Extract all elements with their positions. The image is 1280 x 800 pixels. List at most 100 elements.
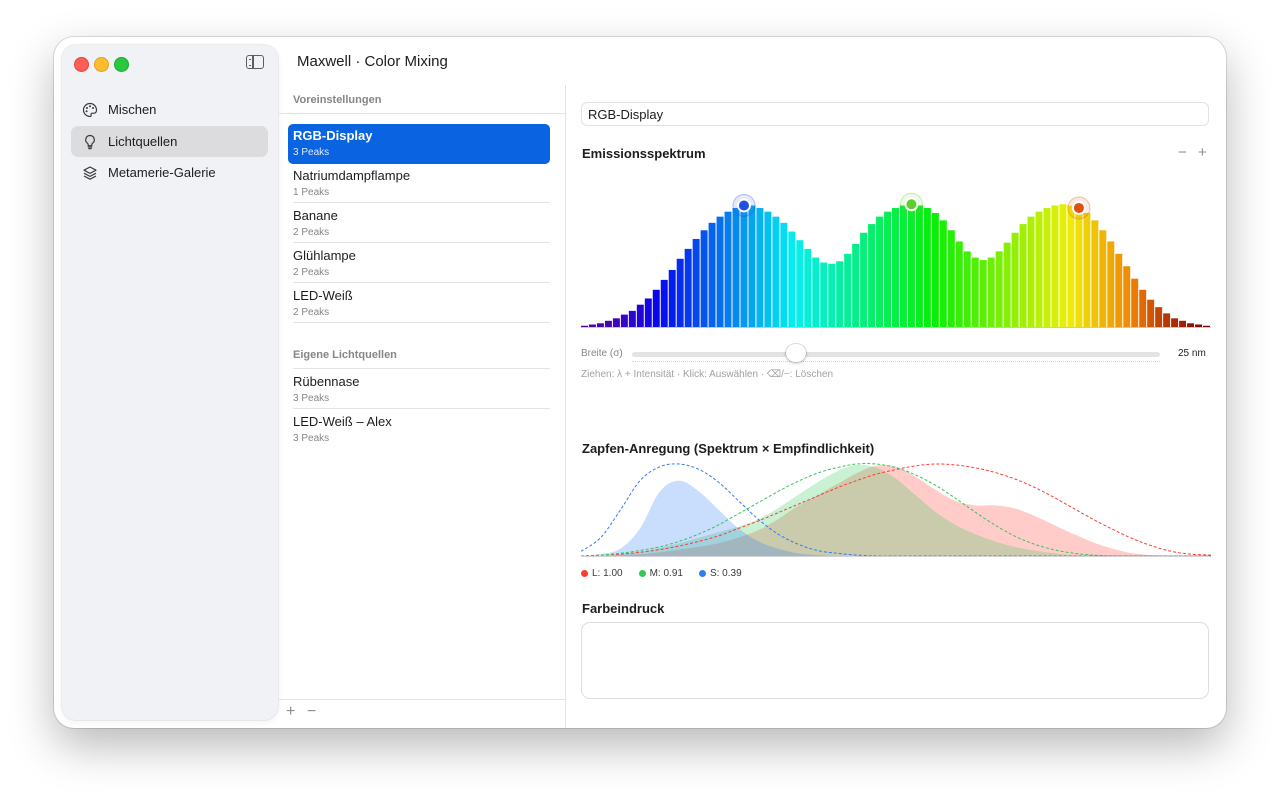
- zoom-in-button[interactable]: +: [1198, 144, 1207, 161]
- spectrum-bar: [748, 205, 756, 327]
- source-list-pane: Voreinstellungen RGB-Display 3 Peaks Nat…: [278, 85, 566, 728]
- spectrum-bar: [1075, 207, 1083, 327]
- minimize-window-button[interactable]: [94, 57, 109, 72]
- item-name: Natriumdampflampe: [293, 168, 411, 183]
- spectrum-bar: [1187, 323, 1195, 327]
- spectrum-bar: [1051, 205, 1059, 327]
- spectrum-bar: [732, 207, 740, 327]
- spectrum-bar: [852, 243, 860, 327]
- item-peaks: 2 Peaks: [293, 227, 330, 238]
- spectrum-bar: [923, 207, 931, 327]
- zoom-window-button[interactable]: [114, 57, 129, 72]
- spectrum-bar: [588, 324, 596, 327]
- spectrum-bar: [1123, 266, 1131, 327]
- spectrum-bar: [700, 230, 708, 327]
- peak-handle: [1071, 200, 1086, 215]
- spectrum-bar: [668, 269, 676, 327]
- spectrum-bar: [636, 304, 644, 327]
- remove-source-button[interactable]: −: [307, 703, 316, 721]
- item-peaks: 2 Peaks: [293, 267, 330, 278]
- divider: [293, 282, 550, 283]
- legend-dot: [638, 570, 646, 577]
- spectrum-bar: [1059, 204, 1067, 327]
- spectrum-bar: [780, 222, 788, 327]
- list-item[interactable]: Natriumdampflampe 1 Peaks: [288, 164, 550, 204]
- spectrum-bar: [1043, 207, 1051, 327]
- spectrum-bar: [820, 262, 828, 327]
- spectrum-bar: [1131, 278, 1139, 327]
- list-item[interactable]: RGB-Display 3 Peaks: [288, 124, 550, 164]
- sidebar-item-mischen[interactable]: Mischen: [71, 94, 268, 125]
- spectrum-bar: [939, 220, 947, 327]
- sidebar-item-metamerie-galerie[interactable]: Metamerie-Galerie: [71, 157, 268, 188]
- spectrum-bar: [995, 251, 1003, 327]
- list-item[interactable]: Banane 2 Peaks: [288, 204, 550, 244]
- sidebar-item-label: Metamerie-Galerie: [108, 165, 216, 180]
- list-item[interactable]: Glühlampe 2 Peaks: [288, 244, 550, 284]
- spectrum-bar: [1099, 230, 1107, 327]
- detail-pane: RGB-Display Emissionsspektrum − + Breite…: [566, 85, 1226, 728]
- spectrum-bar: [987, 257, 995, 327]
- add-source-button[interactable]: +: [286, 703, 295, 721]
- emission-spectrum-chart[interactable]: [581, 185, 1211, 343]
- sidebar-toggle-icon[interactable]: [246, 55, 264, 69]
- spectrum-bar: [692, 238, 700, 327]
- spectrum-bar: [1179, 320, 1187, 327]
- legend-item-m: M: 0.91: [638, 568, 683, 579]
- spectrum-bar: [788, 231, 796, 327]
- item-peaks: 3 Peaks: [293, 147, 330, 158]
- legend-dot: [581, 570, 588, 577]
- lightbulb-icon: [81, 133, 99, 151]
- list-footer-divider: [278, 699, 566, 700]
- cone-excitation-title: Zapfen-Anregung (Spektrum × Empfindlichk…: [582, 441, 875, 456]
- palette-icon: [81, 101, 99, 119]
- spectrum-bar: [844, 253, 852, 327]
- spectrum-bar: [1195, 324, 1203, 327]
- spectrum-bar: [1155, 307, 1163, 327]
- list-item[interactable]: LED-Weiß 2 Peaks: [288, 284, 550, 324]
- spectrum-bar: [740, 205, 748, 327]
- item-peaks: 2 Peaks: [293, 307, 330, 318]
- item-peaks: 3 Peaks: [293, 433, 330, 444]
- sidebar-item-lichtquellen[interactable]: Lichtquellen: [71, 126, 268, 157]
- spectrum-bar: [628, 310, 636, 327]
- spectrum-bar: [1091, 220, 1099, 327]
- spectrum-bar: [1147, 299, 1155, 327]
- spectrum-bar: [876, 216, 884, 327]
- close-window-button[interactable]: [74, 57, 89, 72]
- item-peaks: 3 Peaks: [293, 393, 330, 404]
- divider: [293, 408, 550, 409]
- zoom-out-button[interactable]: −: [1178, 144, 1187, 161]
- spectrum-bar: [1027, 216, 1035, 327]
- width-value: 25 nm: [1178, 348, 1206, 359]
- spectrum-bar: [676, 258, 684, 327]
- spectrum-bar: [764, 211, 772, 327]
- divider: [293, 202, 550, 203]
- spectrum-bar: [756, 207, 764, 327]
- legend-label: S: 0.39: [709, 568, 742, 579]
- spectrum-bar: [1203, 325, 1210, 327]
- spectrum-bar: [620, 314, 628, 327]
- width-slider-knob[interactable]: [785, 344, 806, 362]
- spectrum-bar: [796, 240, 804, 327]
- cone-excitation-chart: [581, 463, 1211, 557]
- spectrum-bar: [884, 211, 892, 327]
- section-header-presets: Voreinstellungen: [293, 94, 382, 106]
- color-impression-swatch: [581, 622, 1209, 699]
- spectrum-bar: [612, 318, 620, 327]
- spectrum-bar: [963, 251, 971, 327]
- interaction-hint: Ziehen: λ + Intensität · Klick: Auswähle…: [581, 369, 834, 380]
- width-slider-ticks: [632, 361, 1160, 362]
- item-name: LED-Weiß – Alex: [293, 414, 392, 429]
- source-name-field[interactable]: RGB-Display: [581, 102, 1209, 126]
- peak-handle: [904, 197, 919, 212]
- spectrum-bar: [1107, 241, 1115, 327]
- divider: [293, 368, 550, 369]
- spectrum-bar: [1011, 232, 1019, 327]
- legend-label: M: 0.91: [649, 568, 683, 579]
- width-slider-track[interactable]: [632, 352, 1160, 357]
- list-item[interactable]: LED-Weiß – Alex 3 Peaks: [288, 410, 550, 450]
- spectrum-bar: [644, 298, 652, 327]
- item-name: Banane: [293, 208, 338, 223]
- list-item[interactable]: Rübennase 3 Peaks: [288, 370, 550, 410]
